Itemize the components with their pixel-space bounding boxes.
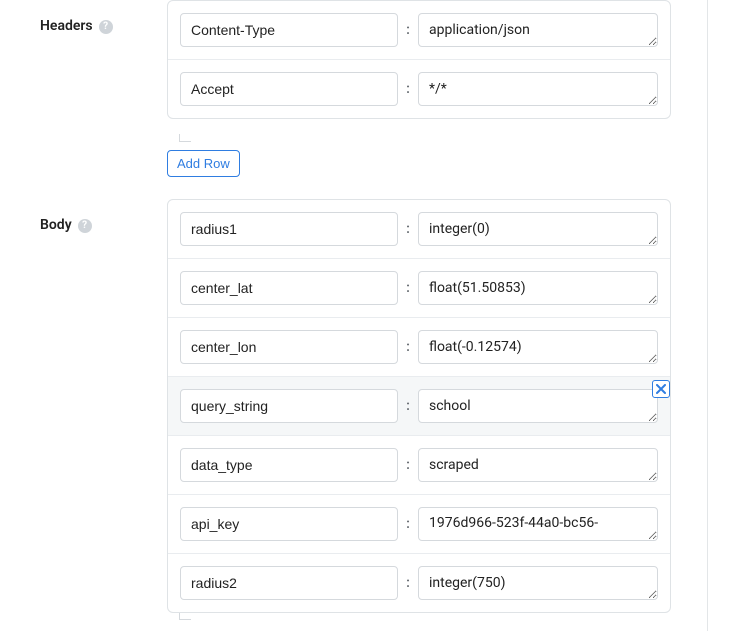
colon: : [398,457,418,473]
colon: : [398,398,418,414]
body-value-input[interactable]: 1976d966-523f-44a0-bc56- [418,507,658,541]
body-row: : scraped [168,436,670,495]
headers-label-text: Headers [40,18,93,34]
body-key-input[interactable] [180,566,398,600]
colon: : [398,575,418,591]
add-row-wrap: Add Row [167,150,733,177]
help-icon[interactable]: ? [99,20,113,34]
help-icon[interactable]: ? [78,219,92,233]
body-value-input[interactable]: float(-0.12574) [418,330,658,364]
body-panel: : integer(0) : float(51.50853) : float(-… [167,199,671,613]
body-key-input[interactable] [180,330,398,364]
body-label: Body ? [0,199,167,613]
header-key-input[interactable] [180,13,398,47]
headers-section: Headers ? : application/json : */* [0,0,733,119]
colon: : [398,280,418,296]
body-key-input[interactable] [180,507,398,541]
body-value-input[interactable]: school [418,389,658,423]
header-value-input[interactable]: application/json [418,13,658,47]
body-value-input[interactable]: float(51.50853) [418,271,658,305]
colon: : [398,221,418,237]
colon: : [398,516,418,532]
colon: : [398,339,418,355]
headers-row: : application/json [168,1,670,60]
headers-row: : */* [168,60,670,118]
body-value-input[interactable]: scraped [418,448,658,482]
add-row-button[interactable]: Add Row [167,150,240,177]
delete-row-button[interactable] [652,380,670,398]
body-section: Body ? : integer(0) : float(51.50853) : … [0,199,733,613]
body-row: : 1976d966-523f-44a0-bc56- [168,495,670,554]
colon: : [398,22,418,38]
colon: : [398,81,418,97]
body-key-input[interactable] [180,212,398,246]
body-row: : integer(750) [168,554,670,612]
body-key-input[interactable] [180,389,398,423]
vertical-separator [707,0,708,631]
headers-panel: : application/json : */* [167,0,671,119]
body-row: : school [168,377,670,436]
body-row: : float(51.50853) [168,259,670,318]
close-icon [656,384,666,394]
body-value-input[interactable]: integer(0) [418,212,658,246]
body-label-text: Body [40,217,72,233]
headers-label: Headers ? [0,0,167,119]
row-stub [179,612,191,620]
body-row: : integer(0) [168,200,670,259]
body-key-input[interactable] [180,448,398,482]
row-stub [179,134,191,142]
header-key-input[interactable] [180,72,398,106]
header-value-input[interactable]: */* [418,72,658,106]
body-value-input[interactable]: integer(750) [418,566,658,600]
body-row: : float(-0.12574) [168,318,670,377]
body-key-input[interactable] [180,271,398,305]
